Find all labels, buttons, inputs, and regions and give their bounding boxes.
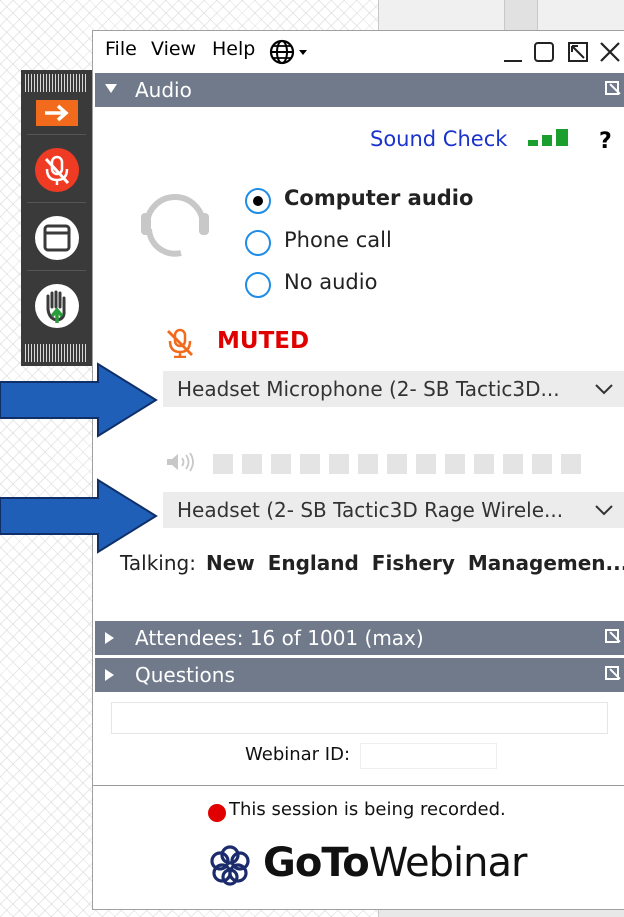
webinar-title-area — [111, 702, 608, 734]
phone-call-label: Phone call — [284, 228, 392, 252]
talking-indicator: Talking: New England Fishery Managemen... — [120, 551, 624, 575]
collapse-triangle-icon — [105, 84, 117, 93]
signal-meter-icon — [528, 129, 568, 146]
no-audio-label: No audio — [284, 270, 378, 294]
audio-section-header[interactable]: Audio — [95, 73, 624, 107]
speaker-dropdown[interactable]: Headset (2- SB Tactic3D Rage Wirele... — [163, 492, 624, 528]
volume-level-segment — [503, 454, 523, 474]
menu-file[interactable]: File — [105, 38, 137, 60]
screen-view-button[interactable] — [27, 206, 86, 271]
background-window-tab — [504, 0, 538, 32]
show-hide-panel-button[interactable] — [27, 92, 86, 135]
chevron-down-icon — [595, 505, 613, 516]
gotowebinar-panel: File View Help Audio Sound Check ? Compu… — [92, 30, 624, 910]
microphone-dropdown[interactable]: Headset Microphone (2- SB Tactic3D... — [163, 371, 624, 407]
minimize-icon[interactable] — [503, 40, 523, 64]
footer-divider — [93, 785, 624, 786]
speaker-value: Headset (2- SB Tactic3D Rage Wirele... — [177, 498, 564, 522]
annotation-arrow-microphone — [0, 362, 158, 438]
audio-help-button[interactable]: ? — [599, 129, 612, 154]
background-window-titlebar — [378, 0, 624, 32]
volume-level-segment — [561, 454, 581, 474]
attendees-section-header[interactable]: Attendees: 16 of 1001 (max) — [95, 621, 624, 655]
volume-level-segment — [300, 454, 320, 474]
attendees-section-title: Attendees: 16 of 1001 (max) — [135, 626, 424, 650]
mic-muted-icon — [34, 148, 79, 192]
maximize-icon[interactable] — [533, 40, 555, 64]
sound-check-link[interactable]: Sound Check — [370, 127, 507, 151]
volume-level-segment — [358, 454, 378, 474]
brand-light: Webinar — [368, 840, 528, 886]
volume-level-segment — [242, 454, 262, 474]
brand-wordmark: GoToWebinar — [263, 840, 528, 886]
microphone-value: Headset Microphone (2- SB Tactic3D... — [177, 377, 560, 401]
radio-computer-audio[interactable] — [245, 188, 271, 214]
volume-level-segment — [387, 454, 407, 474]
speaker-icon — [167, 452, 194, 472]
pop-out-icon[interactable] — [605, 81, 619, 95]
questions-section-title: Questions — [135, 663, 235, 687]
webinar-id-label: Webinar ID: — [245, 744, 351, 765]
brand-bold: GoTo — [263, 840, 370, 886]
control-panel-bar — [21, 70, 92, 366]
muted-status: MUTED — [217, 328, 310, 354]
questions-section-header[interactable]: Questions — [95, 658, 624, 692]
recording-notice: This session is being recorded. — [229, 799, 506, 820]
menu-bar: File View Help — [93, 31, 624, 73]
expand-triangle-icon — [105, 669, 114, 681]
talking-value: New England Fishery Managemen... — [205, 551, 624, 575]
undock-icon[interactable] — [567, 40, 589, 64]
menu-help[interactable]: Help — [212, 38, 255, 60]
arrow-right-icon — [35, 100, 78, 126]
radio-no-audio[interactable] — [245, 272, 271, 298]
mute-toggle-button[interactable] — [27, 138, 86, 203]
grab-handle-top[interactable] — [25, 74, 88, 92]
volume-level-segment — [213, 454, 233, 474]
webinar-id-value — [360, 743, 497, 769]
pop-out-icon[interactable] — [605, 629, 619, 643]
annotation-arrow-speaker — [0, 478, 158, 554]
raise-hand-icon — [34, 284, 79, 328]
volume-level-segment — [474, 454, 494, 474]
volume-level-segment — [445, 454, 465, 474]
chevron-down-icon — [595, 384, 613, 395]
menu-view[interactable]: View — [151, 38, 196, 60]
volume-level-segment — [416, 454, 436, 474]
headset-icon — [141, 194, 209, 257]
raise-hand-button[interactable] — [27, 274, 86, 338]
volume-level-segment — [329, 454, 349, 474]
language-globe-icon[interactable] — [269, 39, 317, 65]
recording-dot-icon — [208, 804, 226, 822]
close-icon[interactable] — [599, 40, 621, 64]
mic-muted-icon — [167, 328, 193, 358]
volume-level-segment — [271, 454, 291, 474]
audio-section-title: Audio — [135, 78, 192, 102]
radio-phone-call[interactable] — [245, 230, 271, 256]
gotowebinar-logo-icon — [210, 845, 250, 886]
expand-triangle-icon — [105, 632, 114, 644]
computer-audio-label: Computer audio — [284, 186, 474, 210]
volume-level-segment — [532, 454, 552, 474]
window-icon — [34, 216, 79, 260]
pop-out-icon[interactable] — [605, 666, 619, 680]
